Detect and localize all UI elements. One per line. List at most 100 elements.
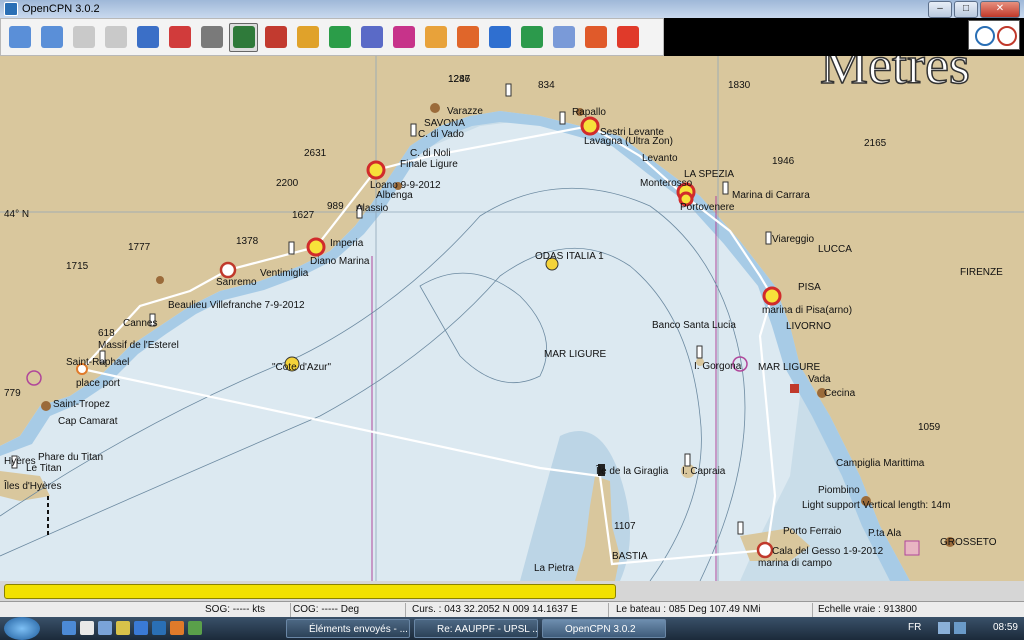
text-button[interactable]: [229, 22, 258, 52]
chart-label: 2200: [276, 178, 299, 189]
chart-label: Albenga: [376, 190, 413, 201]
taskbar: Éléments envoyés - ... Re: AAUPPF - UPSL…: [0, 617, 1024, 640]
clock[interactable]: 08:59: [993, 622, 1018, 633]
ie-icon[interactable]: [134, 621, 148, 635]
app-icon-2[interactable]: [188, 621, 202, 635]
main-toolbar: [0, 18, 664, 56]
sog-readout: SOG: ----- kts: [205, 603, 291, 617]
text-icon: [232, 26, 255, 48]
route-button[interactable]: [133, 23, 162, 52]
route-manager-button[interactable]: [357, 23, 386, 52]
chart-label: Beaulieu Villefranche 7-9-2012: [168, 300, 305, 311]
chart-label: 1627: [292, 210, 315, 221]
alarm-button[interactable]: [613, 23, 642, 52]
chart-label: marina di campo: [758, 558, 832, 569]
chart-label: 618: [98, 328, 115, 339]
network-tray-icon[interactable]: [954, 622, 966, 634]
chart-label: GROSSETO: [940, 537, 997, 548]
progress-bar: [4, 584, 616, 599]
scale-out-button[interactable]: [101, 23, 130, 52]
chart-label: Rapallo: [572, 107, 606, 118]
chart-label: FIRENZE: [960, 267, 1003, 278]
color-scheme-button[interactable]: [421, 23, 450, 52]
chart-label: 989: [327, 201, 344, 212]
chart-label: P.ta Ala: [868, 528, 902, 539]
close-button[interactable]: ✕: [980, 1, 1020, 18]
explorer-icon[interactable]: [80, 621, 94, 635]
chart-label: 1715: [66, 261, 89, 272]
route-manager-icon: [360, 26, 383, 48]
chart-label: Campiglia Marittima: [836, 458, 925, 469]
tide-button[interactable]: [325, 23, 354, 52]
app-icon: [4, 2, 18, 16]
mob-button[interactable]: [453, 23, 482, 52]
units-label: Mètres: [819, 56, 970, 96]
chart-label: La Pietra: [534, 563, 575, 574]
ship-button[interactable]: [165, 23, 194, 52]
scale-readout: Echelle vraie : 913800: [818, 604, 917, 615]
chart-label: I. Capraia: [682, 466, 726, 477]
cursor-readout: Curs. : 043 32.2052 N 009 14.1637 E: [412, 603, 609, 617]
tools-button[interactable]: [197, 23, 226, 52]
chart-label: PISA: [798, 282, 821, 293]
chart-label: Massif de l'Esterel: [98, 340, 179, 351]
scale-in-icon: [72, 26, 95, 48]
language-indicator[interactable]: FR: [908, 622, 921, 633]
gps-status-icon: [997, 26, 1017, 46]
chart-label: Viareggio: [772, 234, 815, 245]
chart-label: Porto Ferraio: [783, 526, 842, 537]
zoom-in-button[interactable]: [5, 23, 34, 52]
scale-in-button[interactable]: [69, 23, 98, 52]
maximize-button[interactable]: □: [954, 1, 978, 18]
track-button[interactable]: [389, 23, 418, 52]
chart-label: 1830: [728, 80, 751, 91]
chart-label: Île de la Giraglia: [596, 466, 669, 477]
chart-label: 834: [538, 80, 555, 91]
chart-label: Marina di Carrara: [732, 190, 810, 201]
chart-label: LIVORNO: [786, 321, 832, 332]
chart-label: 1059: [918, 422, 941, 433]
chart-label: C. di Vado: [418, 129, 464, 140]
window-titlebar[interactable]: OpenCPN 3.0.2 – □ ✕: [0, 0, 1024, 18]
firefox-icon[interactable]: [170, 621, 184, 635]
chart-label: Ventimiglia: [260, 268, 309, 279]
zoom-in-icon: [8, 26, 31, 48]
lifebuoy-button[interactable]: [581, 23, 610, 52]
help-button[interactable]: [485, 23, 514, 52]
chart-label: Lavagna (Ultra Zon): [584, 136, 673, 147]
alarm-icon: [616, 26, 639, 48]
chart-label: marina di Pisa(arno): [762, 305, 853, 316]
chart-label: Îles d'Hyères: [4, 481, 62, 492]
chart-label: Vada: [808, 374, 831, 385]
network-icon[interactable]: [98, 621, 112, 635]
outlook-icon[interactable]: [152, 621, 166, 635]
cog-readout: COG: ----- Deg: [293, 603, 406, 617]
chart-canvas[interactable]: Mètres Varazze SAVONA C. di Vado C. di Noli…: [0, 56, 1024, 581]
minimize-button[interactable]: –: [928, 1, 952, 18]
task-item-reply[interactable]: Re: AAUPPF - UPSL ...: [414, 619, 538, 638]
start-button[interactable]: [4, 617, 40, 640]
chart-label: Cap Camarat: [58, 416, 118, 427]
status-bar: SOG: ----- kts COG: ----- Deg Curs. : 04…: [0, 601, 1024, 618]
task-item-mail[interactable]: Éléments envoyés - ...: [286, 619, 410, 638]
system-tray: FR 08:59: [904, 617, 1024, 640]
help-icon: [488, 26, 511, 48]
chart-button[interactable]: [293, 23, 322, 52]
chart-label: 1107: [614, 521, 636, 532]
harbour-icon: [790, 384, 799, 393]
track-icon: [392, 26, 415, 48]
globe-button[interactable]: [549, 23, 578, 52]
scale-out-icon: [104, 26, 127, 48]
folder-icon[interactable]: [116, 621, 130, 635]
chart-label: C. di Noli: [410, 148, 451, 159]
zoom-out-button[interactable]: [37, 23, 66, 52]
ais-button[interactable]: [517, 23, 546, 52]
compass-widget[interactable]: [968, 20, 1020, 50]
task-item-opencpn[interactable]: OpenCPN 3.0.2: [542, 619, 666, 638]
settings-button[interactable]: [261, 23, 290, 52]
chart-label: Saint-Raphael: [66, 357, 130, 368]
volume-icon[interactable]: [938, 622, 950, 634]
chart-label: Cala del Gesso 1-9-2012: [772, 546, 884, 557]
tide-icon: [328, 26, 351, 48]
show-desktop-icon[interactable]: [62, 621, 76, 635]
